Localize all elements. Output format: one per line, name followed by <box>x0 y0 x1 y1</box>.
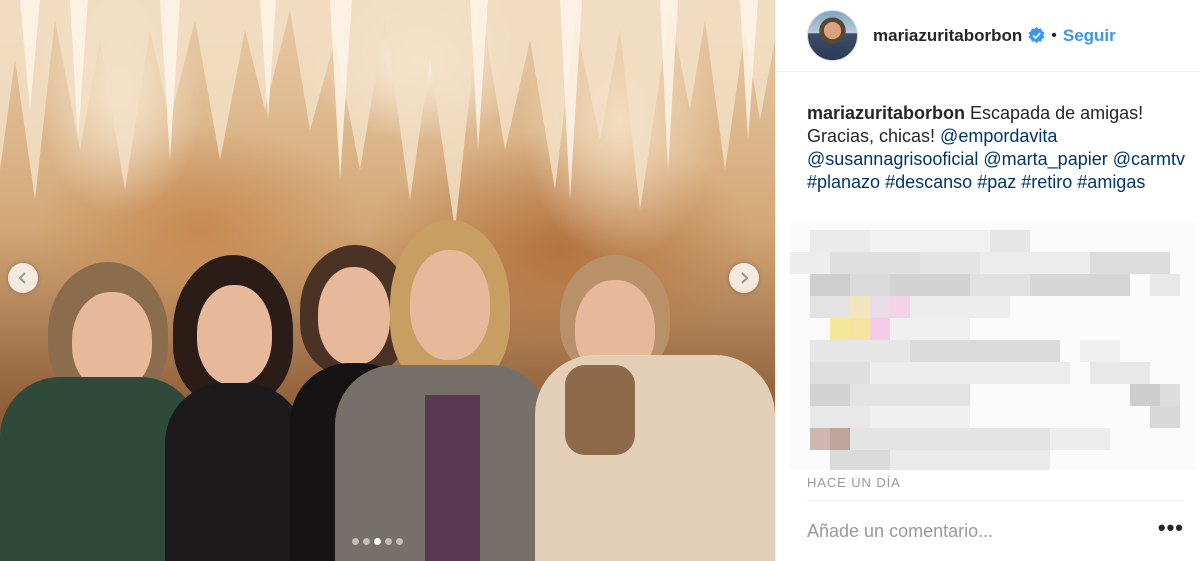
carousel-dot <box>385 538 392 545</box>
post-caption: mariazuritaborbon Escapada de amigas! Gr… <box>807 102 1187 194</box>
person-2 <box>165 255 305 561</box>
hashtag-link[interactable]: #paz <box>977 172 1016 192</box>
more-options-icon[interactable]: ••• <box>1158 517 1184 539</box>
comment-bar: ••• <box>807 500 1184 561</box>
carousel-dot <box>352 538 359 545</box>
carousel-prev-button[interactable] <box>8 263 38 293</box>
hashtag-link[interactable]: #retiro <box>1021 172 1072 192</box>
hashtag-link[interactable]: #planazo <box>807 172 880 192</box>
carousel-dot <box>396 538 403 545</box>
header-separator: • <box>1051 26 1057 44</box>
post-timestamp: HACE UN DÍA <box>807 475 901 490</box>
chevron-right-icon <box>741 272 749 284</box>
avatar[interactable] <box>807 10 858 61</box>
follow-button[interactable]: Seguir <box>1063 26 1116 46</box>
comment-input[interactable] <box>807 520 1158 542</box>
header-username[interactable]: mariazuritaborbon <box>873 26 1022 46</box>
hashtag-link[interactable]: #descanso <box>885 172 972 192</box>
mention-link[interactable]: @empordavita <box>940 126 1057 146</box>
person-5 <box>535 255 775 561</box>
mention-link[interactable]: @marta_papier <box>983 149 1107 169</box>
hashtag-link[interactable]: #amigas <box>1077 172 1145 192</box>
chevron-left-icon <box>18 272 26 284</box>
carousel-dot <box>374 538 381 545</box>
post-header: mariazuritaborbon • Seguir <box>776 0 1200 72</box>
carousel-dot <box>363 538 370 545</box>
caption-username[interactable]: mariazuritaborbon <box>807 103 965 123</box>
post-side-panel: mariazuritaborbon • Seguir mariazuritabo… <box>775 0 1200 561</box>
pixelated-comments <box>790 222 1195 470</box>
post-photo[interactable] <box>0 0 775 561</box>
mention-link[interactable]: @carmtv <box>1113 149 1185 169</box>
mention-link[interactable]: @susannagrisooficial <box>807 149 978 169</box>
carousel-next-button[interactable] <box>729 263 759 293</box>
person-4 <box>335 220 550 561</box>
carousel-indicator <box>352 538 403 545</box>
verified-badge-icon <box>1028 27 1045 44</box>
